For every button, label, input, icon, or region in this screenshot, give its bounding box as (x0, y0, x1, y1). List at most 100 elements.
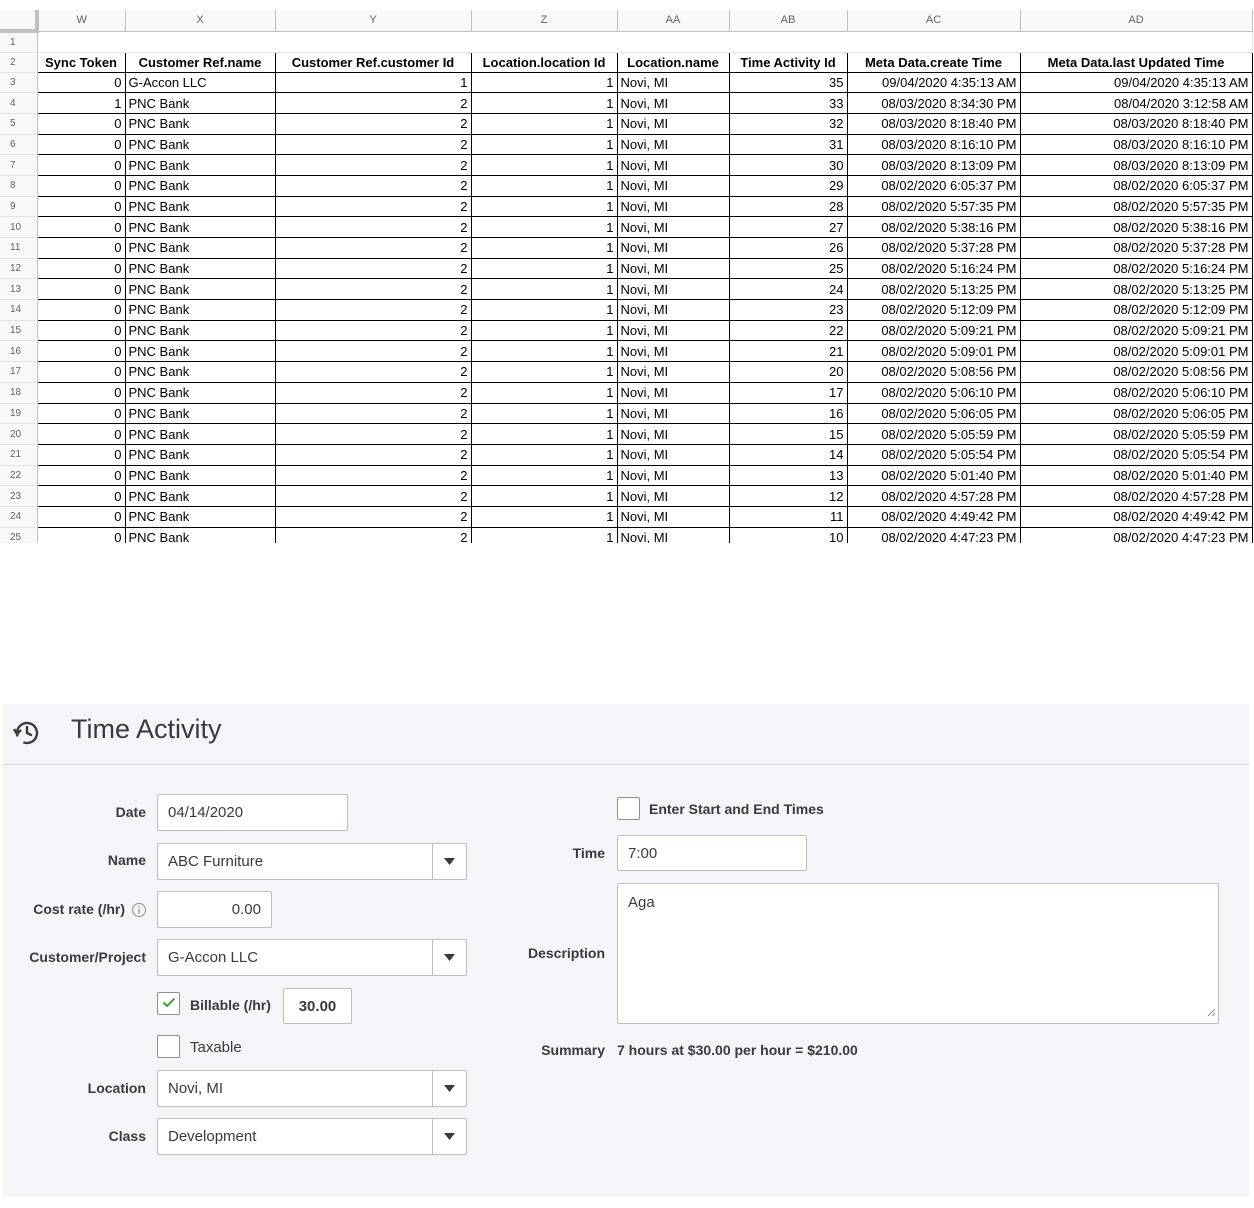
table-cell[interactable]: 2 (274, 423, 472, 445)
table-cell[interactable]: 2 (274, 278, 472, 301)
billable-checkbox[interactable] (157, 992, 180, 1015)
table-cell[interactable]: 08/02/2020 5:08:56 PM (846, 361, 1021, 383)
table-cell[interactable]: 0 (36, 443, 126, 466)
table-cell[interactable]: Novi, MI (616, 485, 730, 507)
row-number[interactable]: 12 (0, 258, 38, 280)
column-letter-header[interactable]: X (125, 10, 276, 32)
column-letter-header[interactable]: AA (617, 10, 730, 32)
table-cell[interactable]: 0 (36, 71, 126, 94)
table-cell[interactable]: 08/02/2020 5:16:24 PM (846, 257, 1021, 280)
chevron-down-icon[interactable] (432, 940, 466, 975)
table-cell[interactable]: 12 (728, 485, 848, 507)
table-cell[interactable]: 08/03/2020 8:18:40 PM (1019, 112, 1253, 135)
table-cell[interactable]: 08/02/2020 6:05:37 PM (1019, 174, 1253, 197)
table-cell[interactable]: PNC Bank (124, 423, 276, 445)
table-cell[interactable]: 08/02/2020 5:12:09 PM (1019, 299, 1253, 321)
table-cell[interactable]: 08/02/2020 6:05:37 PM (846, 174, 1021, 197)
table-cell[interactable]: 0 (36, 340, 126, 363)
table-cell[interactable]: 1 (470, 299, 618, 321)
table-cell[interactable]: 1 (470, 505, 618, 528)
table-cell[interactable]: 08/02/2020 5:09:21 PM (846, 319, 1021, 342)
billable-rate-field[interactable]: 30.00 (283, 988, 352, 1024)
row-number[interactable]: 10 (0, 216, 38, 238)
table-cell[interactable]: 08/04/2020 3:12:58 AM (1019, 92, 1253, 114)
resize-handle-icon[interactable] (1207, 1004, 1216, 1021)
column-letter-header[interactable]: W (37, 10, 126, 32)
table-cell[interactable]: 1 (470, 361, 618, 383)
row-number[interactable]: 6 (0, 134, 38, 156)
table-cell[interactable]: 23 (728, 299, 848, 321)
chevron-down-icon[interactable] (432, 844, 466, 879)
table-cell[interactable]: PNC Bank (124, 505, 276, 528)
table-cell[interactable]: 14 (728, 443, 848, 466)
table-cell[interactable]: 08/02/2020 5:09:01 PM (1019, 340, 1253, 363)
table-cell[interactable]: 0 (36, 505, 126, 528)
table-cell[interactable]: 08/02/2020 5:57:35 PM (846, 195, 1021, 218)
row-number[interactable]: 23 (0, 485, 38, 507)
table-cell[interactable]: Novi, MI (616, 92, 730, 114)
table-cell[interactable]: Novi, MI (616, 133, 730, 156)
table-cell[interactable]: 2 (274, 112, 472, 135)
table-cell[interactable]: 20 (728, 361, 848, 383)
table-cell[interactable]: 08/02/2020 5:05:59 PM (846, 423, 1021, 445)
table-cell[interactable]: 08/02/2020 5:05:59 PM (1019, 423, 1253, 445)
table-cell[interactable]: 1 (470, 133, 618, 156)
column-header-cell[interactable]: Time Activity Id (728, 51, 848, 73)
table-cell[interactable]: 08/03/2020 8:18:40 PM (846, 112, 1021, 135)
table-cell[interactable]: 31 (728, 133, 848, 156)
table-cell[interactable]: 2 (274, 361, 472, 383)
table-cell[interactable]: 1 (470, 423, 618, 445)
table-cell[interactable]: 08/02/2020 5:01:40 PM (846, 464, 1021, 487)
table-cell[interactable]: 08/02/2020 5:06:05 PM (1019, 402, 1253, 425)
table-cell[interactable]: 11 (728, 505, 848, 528)
table-cell[interactable]: PNC Bank (124, 443, 276, 466)
table-cell[interactable]: 08/02/2020 5:06:10 PM (846, 381, 1021, 404)
table-cell[interactable]: 0 (36, 216, 126, 238)
table-cell[interactable]: Novi, MI (616, 237, 730, 259)
table-cell[interactable]: 0 (36, 402, 126, 425)
cost-rate-field[interactable]: 0.00 (157, 891, 272, 928)
row-number[interactable]: 21 (0, 444, 38, 466)
column-header-cell[interactable]: Sync Token (36, 51, 126, 73)
table-cell[interactable]: 1 (470, 216, 618, 238)
column-header-cell[interactable]: Meta Data.last Updated Time (1019, 51, 1253, 73)
table-cell[interactable]: 08/03/2020 8:16:10 PM (846, 133, 1021, 156)
table-cell[interactable]: 2 (274, 485, 472, 507)
table-cell[interactable]: 16 (728, 402, 848, 425)
table-cell[interactable]: 2 (274, 340, 472, 363)
table-cell[interactable]: 2 (274, 464, 472, 487)
table-cell[interactable]: PNC Bank (124, 340, 276, 363)
table-cell[interactable]: 1 (470, 381, 618, 404)
start-end-times-checkbox[interactable] (617, 797, 640, 820)
table-cell[interactable]: 08/02/2020 5:37:28 PM (1019, 237, 1253, 259)
table-cell[interactable]: 0 (36, 237, 126, 259)
table-cell[interactable]: 0 (36, 381, 126, 404)
row-number[interactable]: 19 (0, 403, 38, 425)
table-cell[interactable]: 08/02/2020 5:05:54 PM (846, 443, 1021, 466)
table-cell[interactable]: 1 (36, 92, 126, 114)
table-cell[interactable]: 0 (36, 257, 126, 280)
table-cell[interactable]: 21 (728, 340, 848, 363)
table-cell[interactable]: 2 (274, 402, 472, 425)
table-cell[interactable]: 27 (728, 216, 848, 238)
column-letter-header[interactable]: AB (729, 10, 848, 32)
table-cell[interactable]: PNC Bank (124, 485, 276, 507)
table-cell[interactable]: PNC Bank (124, 526, 276, 543)
row-number[interactable]: 17 (0, 361, 38, 383)
row-number[interactable]: 11 (0, 237, 38, 259)
select-all-corner[interactable] (0, 10, 39, 33)
table-cell[interactable]: 09/04/2020 4:35:13 AM (1019, 71, 1253, 94)
column-letter-header[interactable]: Z (471, 10, 618, 32)
table-cell[interactable]: 1 (470, 71, 618, 94)
table-cell[interactable]: 08/02/2020 5:09:21 PM (1019, 319, 1253, 342)
table-cell[interactable]: PNC Bank (124, 237, 276, 259)
table-cell[interactable]: 0 (36, 174, 126, 197)
table-cell[interactable]: 09/04/2020 4:35:13 AM (846, 71, 1021, 94)
table-cell[interactable]: 0 (36, 299, 126, 321)
table-cell[interactable]: 1 (470, 174, 618, 197)
table-cell[interactable]: PNC Bank (124, 112, 276, 135)
table-cell[interactable]: 08/02/2020 4:57:28 PM (1019, 485, 1253, 507)
table-cell[interactable]: 08/02/2020 5:38:16 PM (1019, 216, 1253, 238)
column-letter-header[interactable]: AD (1020, 10, 1253, 32)
customer-project-select[interactable]: G-Accon LLC (157, 939, 467, 976)
